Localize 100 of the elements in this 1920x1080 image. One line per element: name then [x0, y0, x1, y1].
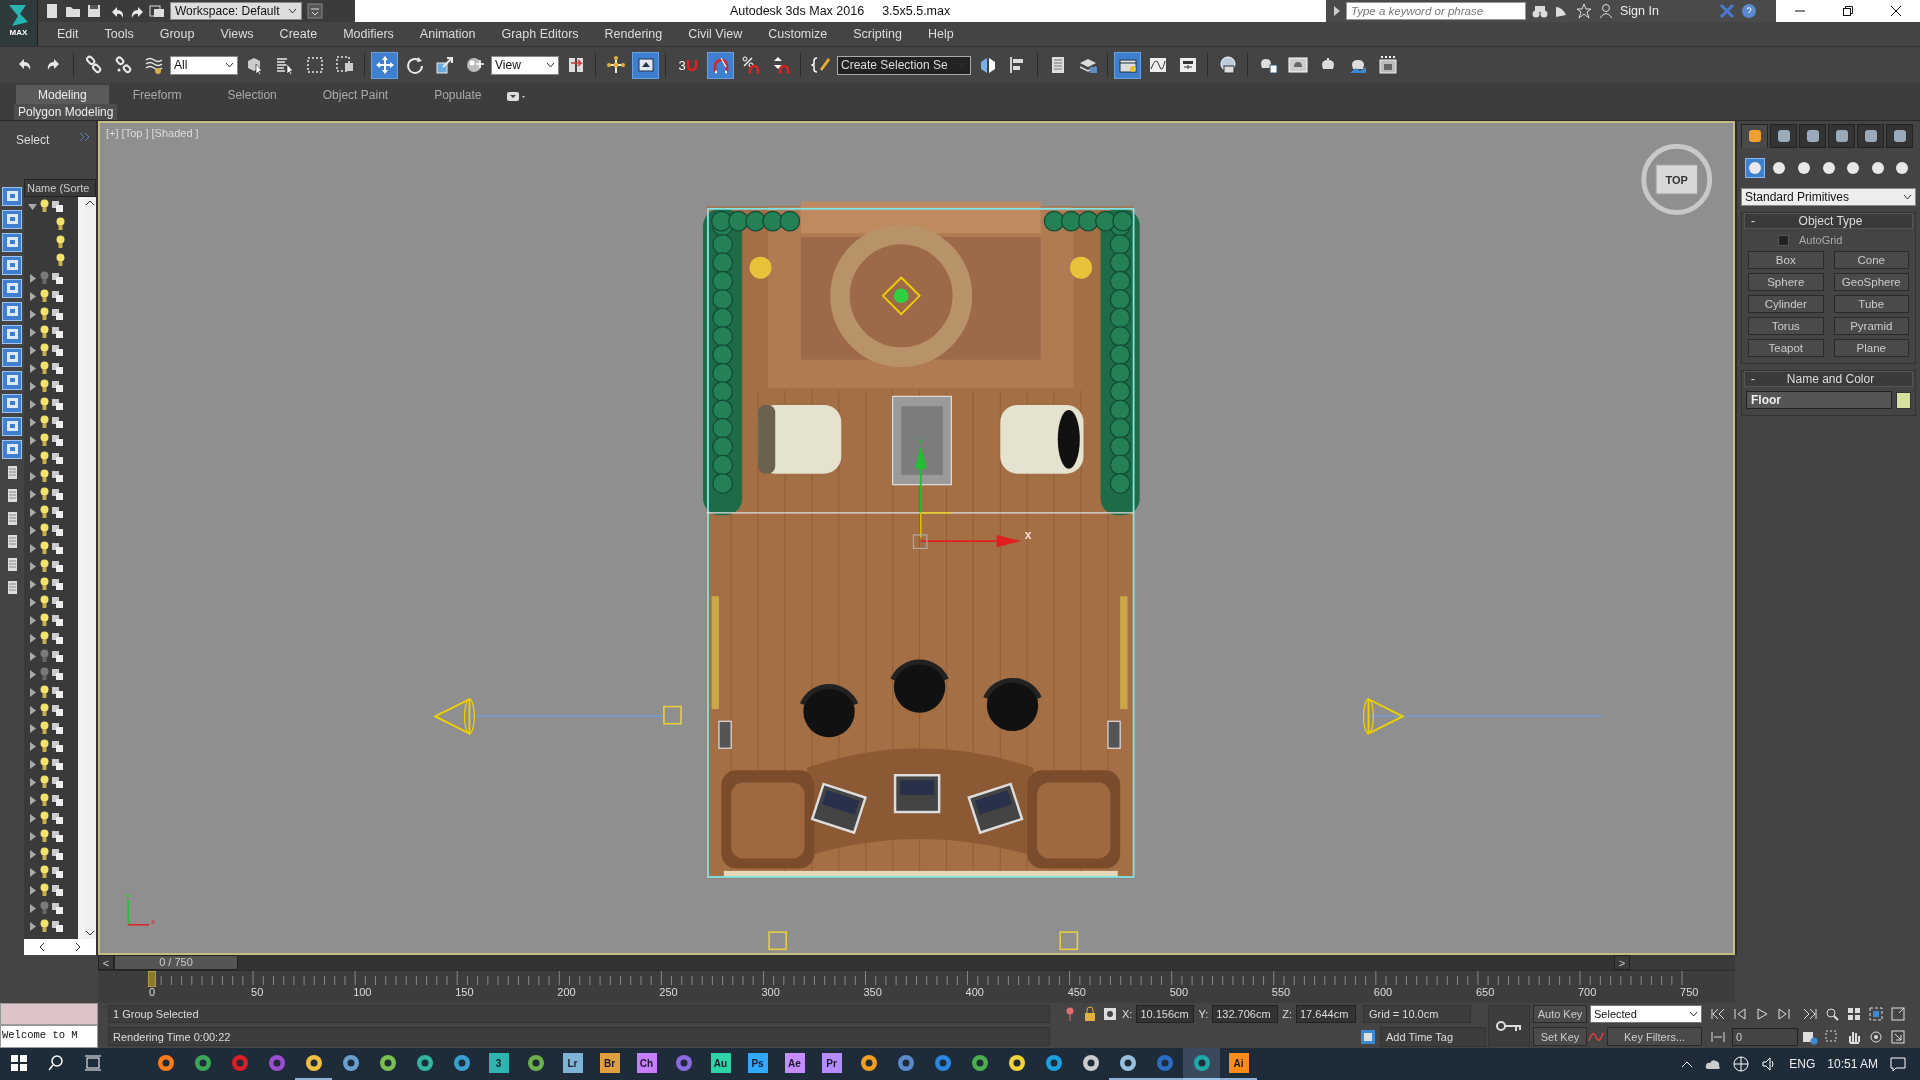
- axis-label: y: [125, 890, 130, 900]
- taskbar-app[interactable]: 3: [480, 1048, 517, 1080]
- auto-key-button[interactable]: Auto Key: [1533, 1005, 1587, 1023]
- primitive-button[interactable]: Torus: [1748, 317, 1824, 335]
- app-label: Pr: [821, 1053, 842, 1073]
- ribbon-tab[interactable]: Populate: [412, 85, 504, 104]
- app-logo[interactable]: MAX: [0, 0, 38, 46]
- menu-item[interactable]: Views: [207, 27, 267, 41]
- coordinate-label: X:: [1122, 1008, 1133, 1020]
- previous-frame-button[interactable]: <: [98, 955, 114, 970]
- collapse-toggle[interactable]: -: [1751, 214, 1755, 228]
- clock[interactable]: 10:51 AM: [1827, 1057, 1878, 1071]
- menu-item[interactable]: Civil View: [675, 27, 756, 41]
- primitive-button[interactable]: Teapot: [1748, 339, 1824, 357]
- taskbar-app[interactable]: Pr: [813, 1048, 850, 1080]
- menu-item[interactable]: Graph Editors: [488, 27, 592, 41]
- taskbar-app[interactable]: Br: [591, 1048, 628, 1080]
- language-indicator[interactable]: ENG: [1789, 1057, 1816, 1071]
- selection-filter-dropdown[interactable]: All: [170, 55, 238, 75]
- rollout-header[interactable]: - Object Type: [1744, 213, 1913, 229]
- ribbon-tab[interactable]: Freeform: [110, 85, 204, 104]
- app-label: Ps: [747, 1053, 768, 1073]
- menu-item[interactable]: Group: [146, 27, 208, 41]
- workspace-dropdown[interactable]: Workspace: Default: [170, 2, 302, 20]
- app-label: Ae: [784, 1053, 805, 1073]
- ribbon-tab[interactable]: Modeling: [16, 85, 109, 104]
- frame-number: 550: [1271, 986, 1291, 998]
- add-time-tag-field[interactable]: Add Time Tag: [1380, 1026, 1486, 1047]
- primitive-button[interactable]: Tube: [1833, 295, 1909, 313]
- primitive-button[interactable]: Sphere: [1748, 273, 1824, 291]
- app-label: Lr: [562, 1053, 583, 1073]
- menu-item[interactable]: Tools: [91, 27, 147, 41]
- menu-item[interactable]: Modifiers: [330, 27, 407, 41]
- checkbox-label: AutoGrid: [1799, 234, 1843, 246]
- viewport[interactable]: [+] [Top ] [Shaded ] y x TOP y x: [98, 121, 1735, 955]
- collapse-toggle[interactable]: -: [1751, 372, 1755, 386]
- ribbon-tab[interactable]: Object Paint: [300, 85, 411, 104]
- menu-item[interactable]: Edit: [44, 27, 92, 41]
- frame-number: 250: [659, 986, 678, 998]
- frame-number: 100: [353, 986, 372, 998]
- ribbon-panel-label[interactable]: Polygon Modeling: [14, 104, 118, 120]
- category-dropdown[interactable]: Standard Primitives: [1741, 188, 1916, 206]
- frame-number: 0: [149, 986, 156, 998]
- coordinate-label: Z:: [1282, 1008, 1292, 1020]
- app-label: Ch: [636, 1053, 657, 1073]
- ribbon-tab[interactable]: Selection: [205, 85, 299, 104]
- time-slider-track[interactable]: 0 / 750: [114, 955, 1614, 970]
- axis-label: x: [151, 916, 156, 926]
- grid-size-field: Grid = 10.0cm: [1363, 1005, 1471, 1023]
- taskbar-app[interactable]: Ch: [628, 1048, 665, 1080]
- maxscript-listener[interactable]: Welcome to M: [0, 1025, 98, 1048]
- frame-number: 400: [965, 986, 984, 998]
- named-selection-field[interactable]: Create Selection Se: [837, 55, 971, 75]
- frame-number: 750: [1680, 986, 1699, 998]
- menu-item[interactable]: Help: [914, 27, 967, 41]
- key-mode-dropdown[interactable]: Selected: [1590, 1005, 1702, 1023]
- menu-item[interactable]: Scripting: [840, 27, 915, 41]
- y-coordinate-field[interactable]: 132.706cm: [1212, 1005, 1279, 1023]
- column-header[interactable]: Name (Sorte: [24, 179, 96, 197]
- primitive-button[interactable]: Box: [1748, 251, 1824, 269]
- search-field[interactable]: Type a keyword or phrase: [1346, 2, 1526, 20]
- menu-item[interactable]: Rendering: [591, 27, 676, 41]
- primitive-button[interactable]: Cone: [1833, 251, 1909, 269]
- app-label: Au: [710, 1053, 731, 1073]
- menu-item[interactable]: Animation: [406, 27, 489, 41]
- key-filters-button[interactable]: Key Filters...: [1607, 1027, 1702, 1046]
- z-coordinate-field[interactable]: 17.644cm: [1296, 1005, 1356, 1023]
- time-slider-thumb[interactable]: 0 / 750: [114, 955, 238, 970]
- reference-coordinate-dropdown[interactable]: View: [491, 55, 559, 75]
- frame-number: 50: [251, 986, 264, 998]
- taskbar-app[interactable]: Ai: [1220, 1048, 1257, 1080]
- taskbar-app[interactable]: Ps: [739, 1048, 776, 1080]
- status-text: Rendering Time 0:00:22: [108, 1027, 1050, 1046]
- taskbar-app[interactable]: Lr: [554, 1048, 591, 1080]
- primitive-button[interactable]: Plane: [1833, 339, 1909, 357]
- menu-item[interactable]: Customize: [755, 27, 841, 41]
- next-frame-button[interactable]: >: [1614, 955, 1630, 970]
- rollout-title: Name and Color: [1785, 372, 1876, 386]
- frame-field[interactable]: 0: [1732, 1027, 1798, 1046]
- frame-number: 200: [557, 986, 576, 998]
- frame-number: 450: [1067, 986, 1086, 998]
- snap-toggle-button[interactable]: 3: [672, 51, 704, 79]
- primitive-button[interactable]: GeoSphere: [1833, 273, 1909, 291]
- frame-number: 350: [863, 986, 882, 998]
- taskbar-app[interactable]: Au: [702, 1048, 739, 1080]
- frame-number: 700: [1577, 986, 1597, 998]
- panel-title: Select: [16, 133, 50, 147]
- rollout-title: Object Type: [1797, 214, 1864, 228]
- menu-item[interactable]: Create: [266, 27, 331, 41]
- taskbar-app[interactable]: Ae: [776, 1048, 813, 1080]
- primitive-button[interactable]: Cylinder: [1748, 295, 1824, 313]
- sign-in-link[interactable]: Sign In: [1620, 4, 1659, 18]
- frame-number: 500: [1169, 986, 1189, 998]
- app-label: Ai: [1228, 1053, 1249, 1073]
- x-coordinate-field[interactable]: 10.156cm: [1136, 1005, 1195, 1023]
- name-field[interactable]: Floor: [1746, 391, 1892, 409]
- rollout-header[interactable]: - Name and Color: [1744, 371, 1913, 387]
- primitive-button[interactable]: Pyramid: [1833, 317, 1909, 335]
- window-title: Autodesk 3ds Max 2016: [730, 4, 865, 18]
- set-key-text-button[interactable]: Set Key: [1533, 1027, 1587, 1046]
